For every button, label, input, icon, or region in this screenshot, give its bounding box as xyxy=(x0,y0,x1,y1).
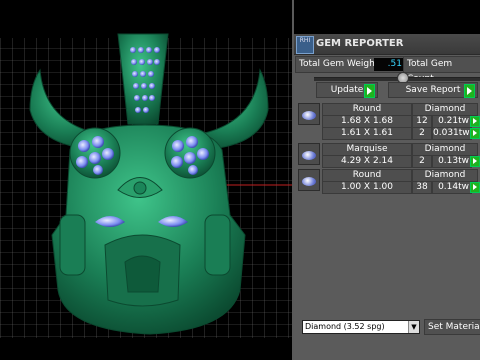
gem-size: 1.61 X 1.61 xyxy=(322,127,412,140)
gem-weight: 0.031tw xyxy=(432,127,472,140)
list-item[interactable]: Round Diamond 1.68 X 1.68 12 0.21tw 1.61… xyxy=(296,101,480,140)
gem-count: 2 xyxy=(412,127,432,140)
gem-size: 1.00 X 1.00 xyxy=(322,181,412,194)
material-select-spg: (3.52 spg) xyxy=(343,322,385,331)
total-gem-weight-field: Total Gem Weight .51 xyxy=(295,56,404,73)
total-gem-count-label: Total Gem Count xyxy=(403,56,480,84)
gem-thumbnail-icon[interactable] xyxy=(298,143,320,165)
update-button[interactable]: Update xyxy=(316,82,378,98)
gem-thumbnail-icon[interactable] xyxy=(298,169,320,191)
material-row: Diamond (3.52 spg) ▼ Set Material xyxy=(294,318,480,336)
list-item[interactable]: Round Diamond 1.00 X 1.00 38 0.14tw xyxy=(296,167,480,194)
gem-reporter-panel: RHI GEM REPORTER Total Gem Weight .51 To… xyxy=(294,0,480,360)
gem-list: Round Diamond 1.68 X 1.68 12 0.21tw 1.61… xyxy=(296,99,480,195)
totals-row: Total Gem Weight .51 Total Gem Count xyxy=(294,56,480,84)
gem-thumbnail-icon[interactable] xyxy=(298,103,320,125)
panel-title: GEM REPORTER xyxy=(316,38,404,49)
set-material-button[interactable]: Set Material xyxy=(424,319,480,335)
left-cheek-panel xyxy=(59,214,86,276)
play-triangle-icon[interactable] xyxy=(470,156,480,167)
total-gem-weight-value[interactable]: .51 xyxy=(374,58,404,71)
total-gem-weight-label: Total Gem Weight xyxy=(299,59,379,69)
save-report-label: Save Report xyxy=(405,85,461,95)
panel-empty-area xyxy=(294,196,480,312)
play-triangle-icon xyxy=(464,84,475,98)
list-item[interactable]: Marquise Diamond 4.29 X 2.14 2 0.13tw xyxy=(296,141,480,168)
gem-weight: 0.14tw xyxy=(432,181,472,194)
play-triangle-icon[interactable] xyxy=(470,182,480,193)
play-triangle-icon[interactable] xyxy=(470,116,480,127)
panel-titlebar: RHI GEM REPORTER xyxy=(294,34,480,55)
save-report-button[interactable]: Save Report xyxy=(388,82,478,98)
play-triangle-icon xyxy=(364,84,375,98)
material-select[interactable]: Diamond (3.52 spg) ▼ xyxy=(302,320,420,334)
3d-viewport[interactable] xyxy=(0,0,292,360)
right-cheek-panel xyxy=(204,214,231,276)
plugin-logo-icon: RHI xyxy=(296,36,314,54)
update-label: Update xyxy=(330,85,364,95)
chevron-down-icon[interactable]: ▼ xyxy=(408,321,419,333)
gem-count: 38 xyxy=(412,181,432,194)
play-triangle-icon[interactable] xyxy=(470,128,480,139)
model-render xyxy=(0,33,292,338)
material-select-value: Diamond xyxy=(305,322,342,331)
panel-top-strip xyxy=(294,0,480,34)
